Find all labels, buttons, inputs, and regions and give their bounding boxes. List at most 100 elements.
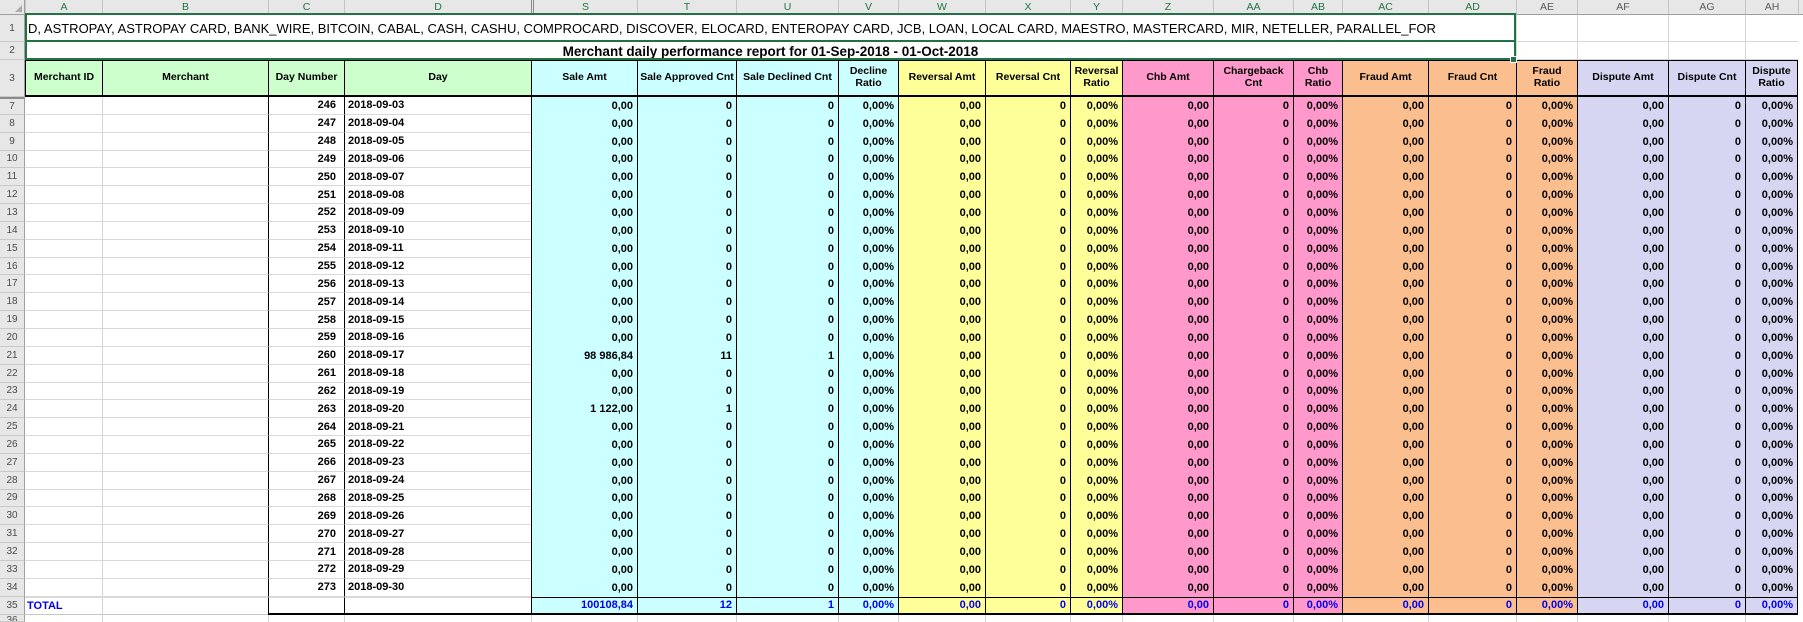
cell[interactable]: 0,00% bbox=[1293, 222, 1342, 240]
cell[interactable]: 0,00 bbox=[1122, 472, 1213, 490]
cell[interactable]: 1 122,00 bbox=[531, 400, 637, 418]
cell[interactable] bbox=[25, 311, 102, 329]
cell[interactable]: 0 bbox=[736, 400, 838, 418]
empty-cell[interactable] bbox=[1577, 615, 1668, 622]
cell[interactable]: 0,00% bbox=[838, 418, 898, 436]
cell[interactable]: 273 bbox=[268, 579, 344, 597]
cell[interactable]: 0,00 bbox=[898, 275, 985, 293]
cell[interactable]: 0,00% bbox=[1516, 186, 1577, 204]
cell[interactable]: 0,00% bbox=[1293, 400, 1342, 418]
cell[interactable]: 0,00% bbox=[1516, 311, 1577, 329]
cell[interactable]: 2018-09-26 bbox=[344, 507, 531, 525]
cell[interactable]: 263 bbox=[268, 400, 344, 418]
cell[interactable]: 0,00 bbox=[1342, 472, 1428, 490]
cell[interactable]: 0,00% bbox=[1293, 579, 1342, 597]
cell[interactable]: 0 bbox=[1428, 597, 1516, 615]
cell[interactable]: 0,00% bbox=[1070, 383, 1122, 401]
cell[interactable]: 0,00% bbox=[1745, 275, 1798, 293]
column-header-reversal-cnt[interactable]: Reversal Cnt bbox=[985, 60, 1070, 97]
column-header-sale-approved-cnt[interactable]: Sale Approved Cnt bbox=[637, 60, 736, 97]
cell[interactable]: 0,00% bbox=[838, 293, 898, 311]
cell[interactable]: 0 bbox=[985, 275, 1070, 293]
empty-cell[interactable] bbox=[1070, 615, 1122, 622]
cell[interactable]: 0,00% bbox=[1070, 454, 1122, 472]
cell[interactable]: 0,00 bbox=[898, 490, 985, 508]
cell[interactable]: 0,00 bbox=[1577, 151, 1668, 169]
column-header-day[interactable]: Day bbox=[344, 60, 531, 97]
empty-cell[interactable] bbox=[898, 615, 985, 622]
cell[interactable]: 0,00% bbox=[1745, 222, 1798, 240]
cell[interactable]: 0,00 bbox=[1577, 472, 1668, 490]
cell[interactable] bbox=[25, 418, 102, 436]
row-number[interactable]: 11 bbox=[0, 168, 25, 186]
cell[interactable]: 2018-09-19 bbox=[344, 383, 531, 401]
cell[interactable]: 1 bbox=[736, 597, 838, 615]
column-header-sale-amt[interactable]: Sale Amt bbox=[531, 60, 637, 97]
row-number[interactable]: 8 bbox=[0, 115, 25, 133]
cell[interactable]: 0,00 bbox=[531, 240, 637, 258]
cell[interactable]: 0,00 bbox=[898, 97, 985, 115]
empty-cell[interactable] bbox=[102, 615, 268, 622]
cell[interactable]: 0 bbox=[985, 561, 1070, 579]
cell[interactable]: 0 bbox=[1668, 240, 1745, 258]
cell[interactable]: 0 bbox=[1428, 168, 1516, 186]
cell[interactable]: 0,00% bbox=[1070, 472, 1122, 490]
cell[interactable]: 0,00% bbox=[1070, 151, 1122, 169]
cell[interactable]: 0,00 bbox=[1342, 543, 1428, 561]
cell[interactable]: 0 bbox=[1668, 97, 1745, 115]
cell[interactable]: 0,00 bbox=[898, 186, 985, 204]
cell[interactable]: 0 bbox=[736, 222, 838, 240]
cell[interactable]: 0,00% bbox=[1516, 115, 1577, 133]
cell[interactable]: 0,00 bbox=[1342, 186, 1428, 204]
cell[interactable]: 0 bbox=[1428, 454, 1516, 472]
cell[interactable] bbox=[25, 579, 102, 597]
empty-cell[interactable] bbox=[1668, 615, 1745, 622]
cell[interactable]: 0,00 bbox=[898, 151, 985, 169]
cell[interactable]: 0 bbox=[1668, 561, 1745, 579]
cell[interactable]: 12 bbox=[637, 597, 736, 615]
cell[interactable]: 0 bbox=[736, 436, 838, 454]
row-number[interactable]: 29 bbox=[0, 490, 25, 508]
cell[interactable]: 0,00 bbox=[1122, 240, 1213, 258]
cell[interactable]: 2018-09-15 bbox=[344, 311, 531, 329]
cell[interactable]: 0 bbox=[985, 329, 1070, 347]
cell[interactable]: 0,00% bbox=[838, 275, 898, 293]
cell[interactable]: 2018-09-22 bbox=[344, 436, 531, 454]
cell[interactable]: 0,00% bbox=[1070, 436, 1122, 454]
cell[interactable]: 255 bbox=[268, 258, 344, 276]
cell[interactable]: 0,00 bbox=[1342, 311, 1428, 329]
cell[interactable] bbox=[25, 204, 102, 222]
cell[interactable]: 0,00 bbox=[1122, 97, 1213, 115]
cell[interactable]: 0,00% bbox=[838, 347, 898, 365]
cell[interactable]: 0,00 bbox=[1342, 275, 1428, 293]
cell[interactable]: 0,00 bbox=[531, 454, 637, 472]
cell[interactable]: 0,00 bbox=[898, 240, 985, 258]
row-number[interactable]: 19 bbox=[0, 311, 25, 329]
cell[interactable]: 0 bbox=[736, 490, 838, 508]
cell[interactable]: 0 bbox=[985, 347, 1070, 365]
cell[interactable]: 0 bbox=[637, 454, 736, 472]
cell[interactable]: 0 bbox=[637, 222, 736, 240]
cell[interactable]: 0 bbox=[1213, 204, 1293, 222]
column-letter-AD[interactable]: AD bbox=[1428, 0, 1516, 15]
cell[interactable]: 257 bbox=[268, 293, 344, 311]
cell[interactable]: 0,00 bbox=[531, 151, 637, 169]
cell[interactable] bbox=[102, 561, 268, 579]
empty-cell[interactable] bbox=[985, 615, 1070, 622]
cell[interactable]: 0,00% bbox=[1516, 561, 1577, 579]
cell[interactable] bbox=[102, 311, 268, 329]
cell[interactable]: 0 bbox=[637, 293, 736, 311]
column-letter-AC[interactable]: AC bbox=[1342, 0, 1428, 15]
cell[interactable]: 0 bbox=[736, 151, 838, 169]
cell[interactable]: 0,00 bbox=[1122, 311, 1213, 329]
cell[interactable]: 0 bbox=[1428, 561, 1516, 579]
cell[interactable]: 0,00 bbox=[531, 133, 637, 151]
column-header-dispute-ratio[interactable]: Dispute Ratio bbox=[1745, 60, 1798, 97]
cell[interactable]: 100108,84 bbox=[531, 597, 637, 615]
cell[interactable] bbox=[25, 472, 102, 490]
cell[interactable]: 0,00% bbox=[1516, 222, 1577, 240]
cell[interactable]: 0,00% bbox=[1293, 97, 1342, 115]
cell[interactable]: 0,00% bbox=[1293, 365, 1342, 383]
cell[interactable]: 0 bbox=[637, 329, 736, 347]
cell[interactable]: 0 bbox=[1428, 204, 1516, 222]
